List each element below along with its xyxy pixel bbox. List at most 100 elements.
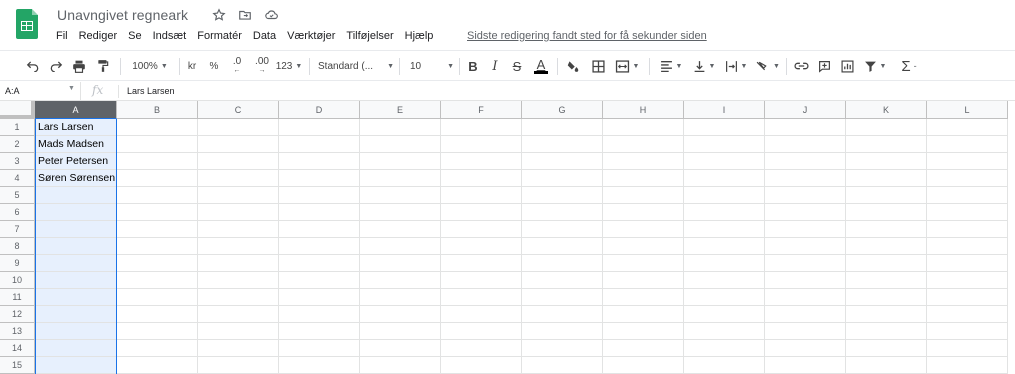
- cell-f6[interactable]: [441, 204, 522, 221]
- cell-e7[interactable]: [360, 221, 441, 238]
- cell-e11[interactable]: [360, 289, 441, 306]
- functions-button[interactable]: Σ-: [895, 56, 923, 76]
- cell-h13[interactable]: [603, 323, 684, 340]
- cell-a4[interactable]: Søren Sørensen: [35, 170, 117, 187]
- cell-d15[interactable]: [279, 357, 360, 374]
- row-header-2[interactable]: 2: [0, 136, 35, 153]
- column-header-l[interactable]: L: [927, 101, 1008, 119]
- cell-a6[interactable]: [35, 204, 117, 221]
- cell-i11[interactable]: [684, 289, 765, 306]
- cell-i2[interactable]: [684, 136, 765, 153]
- cell-a2[interactable]: Mads Madsen: [35, 136, 117, 153]
- cell-a3[interactable]: Peter Petersen: [35, 153, 117, 170]
- insert-chart-icon[interactable]: [838, 56, 856, 76]
- cell-h2[interactable]: [603, 136, 684, 153]
- cell-f14[interactable]: [441, 340, 522, 357]
- cell-j6[interactable]: [765, 204, 846, 221]
- cell-h15[interactable]: [603, 357, 684, 374]
- cell-d3[interactable]: [279, 153, 360, 170]
- cell-l8[interactable]: [927, 238, 1008, 255]
- cell-a15[interactable]: [35, 357, 117, 374]
- cell-a7[interactable]: [35, 221, 117, 238]
- cell-i4[interactable]: [684, 170, 765, 187]
- cell-i14[interactable]: [684, 340, 765, 357]
- cell-a5[interactable]: [35, 187, 117, 204]
- menu-addons[interactable]: Tilføjelser: [346, 30, 399, 42]
- cell-c4[interactable]: [198, 170, 279, 187]
- cell-e15[interactable]: [360, 357, 441, 374]
- column-header-f[interactable]: F: [441, 101, 522, 119]
- cell-b5[interactable]: [117, 187, 198, 204]
- cell-e8[interactable]: [360, 238, 441, 255]
- cell-g5[interactable]: [522, 187, 603, 204]
- font-size-select[interactable]: 10 ▼: [410, 56, 454, 76]
- cell-e5[interactable]: [360, 187, 441, 204]
- more-formats-button[interactable]: 123 ▼: [276, 56, 303, 76]
- cell-a13[interactable]: [35, 323, 117, 340]
- cell-d8[interactable]: [279, 238, 360, 255]
- column-header-k[interactable]: K: [846, 101, 927, 119]
- menu-format[interactable]: Formatér: [197, 30, 248, 42]
- italic-button[interactable]: I: [487, 56, 503, 76]
- cell-l7[interactable]: [927, 221, 1008, 238]
- name-box[interactable]: A:A ▼: [0, 82, 80, 100]
- text-rotation-button[interactable]: ▼: [754, 56, 782, 76]
- cell-a12[interactable]: [35, 306, 117, 323]
- cell-c3[interactable]: [198, 153, 279, 170]
- cell-h4[interactable]: [603, 170, 684, 187]
- cell-j14[interactable]: [765, 340, 846, 357]
- cell-i15[interactable]: [684, 357, 765, 374]
- cell-e12[interactable]: [360, 306, 441, 323]
- cell-c2[interactable]: [198, 136, 279, 153]
- cell-g2[interactable]: [522, 136, 603, 153]
- cell-h3[interactable]: [603, 153, 684, 170]
- cell-l12[interactable]: [927, 306, 1008, 323]
- cell-d9[interactable]: [279, 255, 360, 272]
- cell-g3[interactable]: [522, 153, 603, 170]
- cell-k8[interactable]: [846, 238, 927, 255]
- merge-cells-button[interactable]: ▼: [613, 56, 641, 76]
- cell-k10[interactable]: [846, 272, 927, 289]
- last-edit-link[interactable]: Sidste redigering fandt sted for få seku…: [467, 30, 707, 42]
- column-header-b[interactable]: B: [117, 101, 198, 119]
- cell-c8[interactable]: [198, 238, 279, 255]
- cell-g11[interactable]: [522, 289, 603, 306]
- cell-d10[interactable]: [279, 272, 360, 289]
- cell-k4[interactable]: [846, 170, 927, 187]
- column-header-j[interactable]: J: [765, 101, 846, 119]
- cell-f11[interactable]: [441, 289, 522, 306]
- column-header-c[interactable]: C: [198, 101, 279, 119]
- menu-file[interactable]: Fil: [56, 30, 74, 42]
- paint-format-icon[interactable]: [94, 56, 112, 76]
- cell-b15[interactable]: [117, 357, 198, 374]
- decrease-decimal-button[interactable]: .0 ←: [228, 56, 246, 76]
- cell-h10[interactable]: [603, 272, 684, 289]
- row-header-13[interactable]: 13: [0, 323, 35, 340]
- cell-k7[interactable]: [846, 221, 927, 238]
- cell-f9[interactable]: [441, 255, 522, 272]
- row-header-9[interactable]: 9: [0, 255, 35, 272]
- cell-j8[interactable]: [765, 238, 846, 255]
- insert-link-icon[interactable]: [792, 56, 810, 76]
- text-color-button[interactable]: A: [532, 56, 550, 76]
- horizontal-align-button[interactable]: ▼: [657, 56, 685, 76]
- cell-i8[interactable]: [684, 238, 765, 255]
- sheets-logo-icon[interactable]: [16, 9, 38, 39]
- cell-d11[interactable]: [279, 289, 360, 306]
- menu-help[interactable]: Hjælp: [405, 30, 440, 42]
- row-header-15[interactable]: 15: [0, 357, 35, 374]
- row-header-4[interactable]: 4: [0, 170, 35, 187]
- cell-e3[interactable]: [360, 153, 441, 170]
- cell-b14[interactable]: [117, 340, 198, 357]
- cell-k11[interactable]: [846, 289, 927, 306]
- borders-icon[interactable]: [589, 56, 607, 76]
- cell-j13[interactable]: [765, 323, 846, 340]
- cell-j5[interactable]: [765, 187, 846, 204]
- cell-e10[interactable]: [360, 272, 441, 289]
- cell-b4[interactable]: [117, 170, 198, 187]
- cell-j7[interactable]: [765, 221, 846, 238]
- cell-j11[interactable]: [765, 289, 846, 306]
- cell-c13[interactable]: [198, 323, 279, 340]
- cell-k13[interactable]: [846, 323, 927, 340]
- bold-button[interactable]: B: [465, 56, 481, 76]
